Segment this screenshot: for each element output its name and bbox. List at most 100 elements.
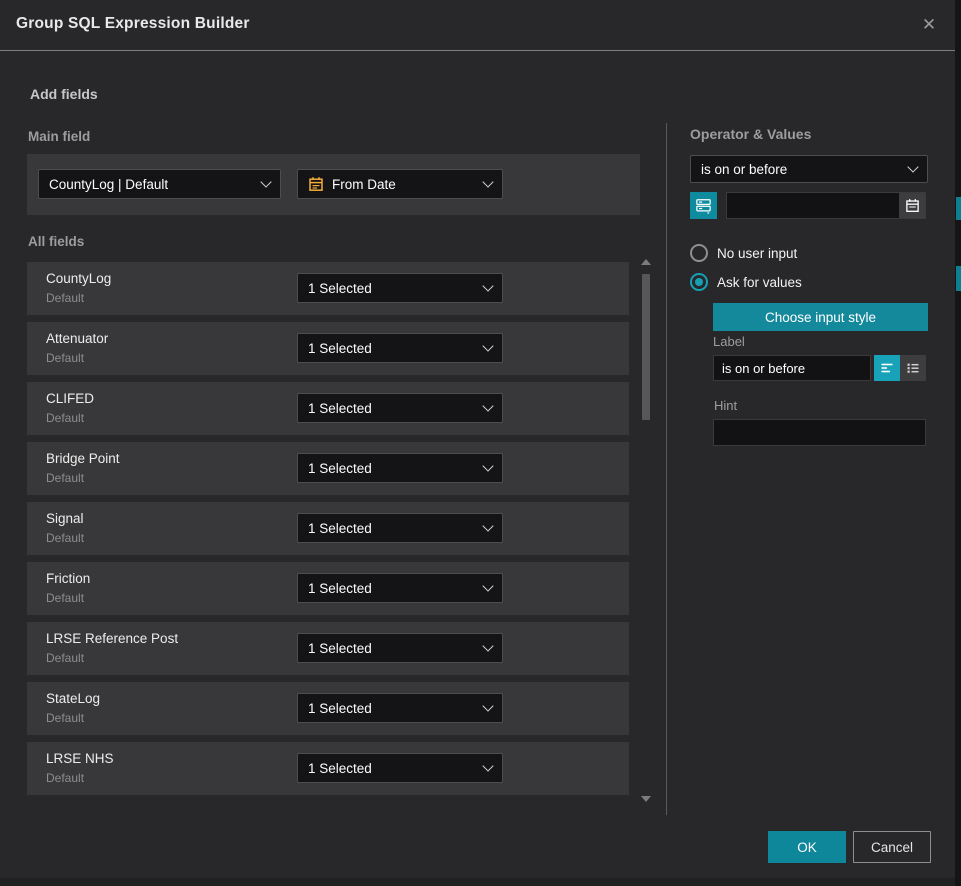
background-app-edge [955,0,961,886]
scrollbar-up-arrow-icon[interactable] [641,259,651,265]
field-sublabel: Default [46,771,84,785]
date-picker-button[interactable] [899,193,925,218]
calendar-icon [308,176,324,192]
field-selection-value: 1 Selected [308,641,372,656]
field-selection-value: 1 Selected [308,761,372,776]
field-selection-dropdown[interactable]: 1 Selected [297,513,503,543]
field-sublabel: Default [46,471,84,485]
radio-selected-icon [690,273,708,291]
operator-value: is on or before [701,162,787,177]
chevron-down-icon [482,700,493,711]
operator-dropdown[interactable]: is on or before [690,155,928,183]
dialog-bottom-edge [0,878,955,886]
list-icon [905,360,921,376]
field-selection-value: 1 Selected [308,281,372,296]
chevron-down-icon [482,640,493,651]
radio-circle-icon [690,244,708,262]
field-name: CountyLog [46,271,111,286]
main-field-label: Main field [28,129,90,144]
main-field-source-dropdown[interactable]: CountyLog | Default [38,169,281,199]
title-bar: Group SQL Expression Builder ✕ [0,0,955,51]
field-selection-value: 1 Selected [308,461,372,476]
chevron-down-icon [482,580,493,591]
chevron-down-icon [482,176,493,187]
all-fields-label: All fields [28,234,84,249]
field-sublabel: Default [46,531,84,545]
label-style-list-button[interactable] [900,355,926,381]
chevron-down-icon [907,161,918,172]
scrollbar-down-arrow-icon[interactable] [641,796,651,802]
field-selection-dropdown[interactable]: 1 Selected [297,453,503,483]
field-row: CountyLog Default 1 Selected [27,262,629,315]
radio-no-user-input[interactable]: No user input [690,245,797,261]
stacked-values-icon [694,196,713,215]
scrollbar-thumb[interactable] [642,274,650,420]
main-field-source-value: CountyLog | Default [49,177,168,192]
choose-input-style-button[interactable]: Choose input style [713,303,928,331]
add-fields-heading: Add fields [30,86,98,102]
field-sublabel: Default [46,411,84,425]
chevron-down-icon [482,400,493,411]
value-field-wrap [726,192,926,219]
field-row: Bridge Point Default 1 Selected [27,442,629,495]
field-selection-dropdown[interactable]: 1 Selected [297,633,503,663]
group-sql-expression-builder-dialog: Group SQL Expression Builder ✕ Add field… [0,0,961,886]
field-name: Friction [46,571,90,586]
field-row: Friction Default 1 Selected [27,562,629,615]
hint-field-label: Hint [714,398,737,413]
field-sublabel: Default [46,291,84,305]
panel-divider [666,123,667,815]
field-name: StateLog [46,691,100,706]
main-field-panel: CountyLog | Default From Date [27,154,640,215]
chevron-down-icon [482,760,493,771]
align-left-icon [879,360,895,376]
field-row: StateLog Default 1 Selected [27,682,629,735]
field-name: CLIFED [46,391,94,406]
field-selection-dropdown[interactable]: 1 Selected [297,393,503,423]
chevron-down-icon [482,460,493,471]
background-accent-fragment [956,266,961,291]
main-field-date-dropdown[interactable]: From Date [297,169,503,199]
dialog-title: Group SQL Expression Builder [16,15,250,33]
field-row: LRSE Reference Post Default 1 Selected [27,622,629,675]
field-selection-value: 1 Selected [308,521,372,536]
field-sublabel: Default [46,651,84,665]
field-row: LRSE NHS Default 1 Selected [27,742,629,795]
calendar-icon [905,198,920,213]
field-selection-dropdown[interactable]: 1 Selected [297,273,503,303]
field-row: Signal Default 1 Selected [27,502,629,555]
ok-button[interactable]: OK [768,831,846,863]
field-selection-value: 1 Selected [308,401,372,416]
radio-ask-for-values-label: Ask for values [717,275,802,290]
label-style-text-button[interactable] [874,355,900,381]
field-name: LRSE NHS [46,751,114,766]
field-selection-value: 1 Selected [308,341,372,356]
cancel-button[interactable]: Cancel [853,831,931,863]
chevron-down-icon [260,176,271,187]
field-name: Bridge Point [46,451,120,466]
field-selection-dropdown[interactable]: 1 Selected [297,573,503,603]
hint-input[interactable] [713,419,926,446]
field-name: Signal [46,511,84,526]
background-accent-fragment [956,197,961,220]
main-field-date-value: From Date [332,177,396,192]
input-type-button[interactable] [690,192,717,219]
chevron-down-icon [482,340,493,351]
label-input[interactable] [713,355,871,381]
all-fields-list: CountyLog Default 1 Selected Attenuator … [27,262,629,802]
label-field-label: Label [713,334,745,349]
field-row: Attenuator Default 1 Selected [27,322,629,375]
field-selection-value: 1 Selected [308,701,372,716]
radio-ask-for-values[interactable]: Ask for values [690,274,802,290]
chevron-down-icon [482,520,493,531]
close-icon[interactable]: ✕ [917,13,941,37]
value-input[interactable] [727,193,899,218]
field-sublabel: Default [46,351,84,365]
dialog-surface: Group SQL Expression Builder ✕ Add field… [0,0,955,886]
field-selection-dropdown[interactable]: 1 Selected [297,693,503,723]
field-row: CLIFED Default 1 Selected [27,382,629,435]
operator-values-heading: Operator & Values [690,126,811,142]
field-selection-dropdown[interactable]: 1 Selected [297,333,503,363]
field-selection-value: 1 Selected [308,581,372,596]
field-selection-dropdown[interactable]: 1 Selected [297,753,503,783]
